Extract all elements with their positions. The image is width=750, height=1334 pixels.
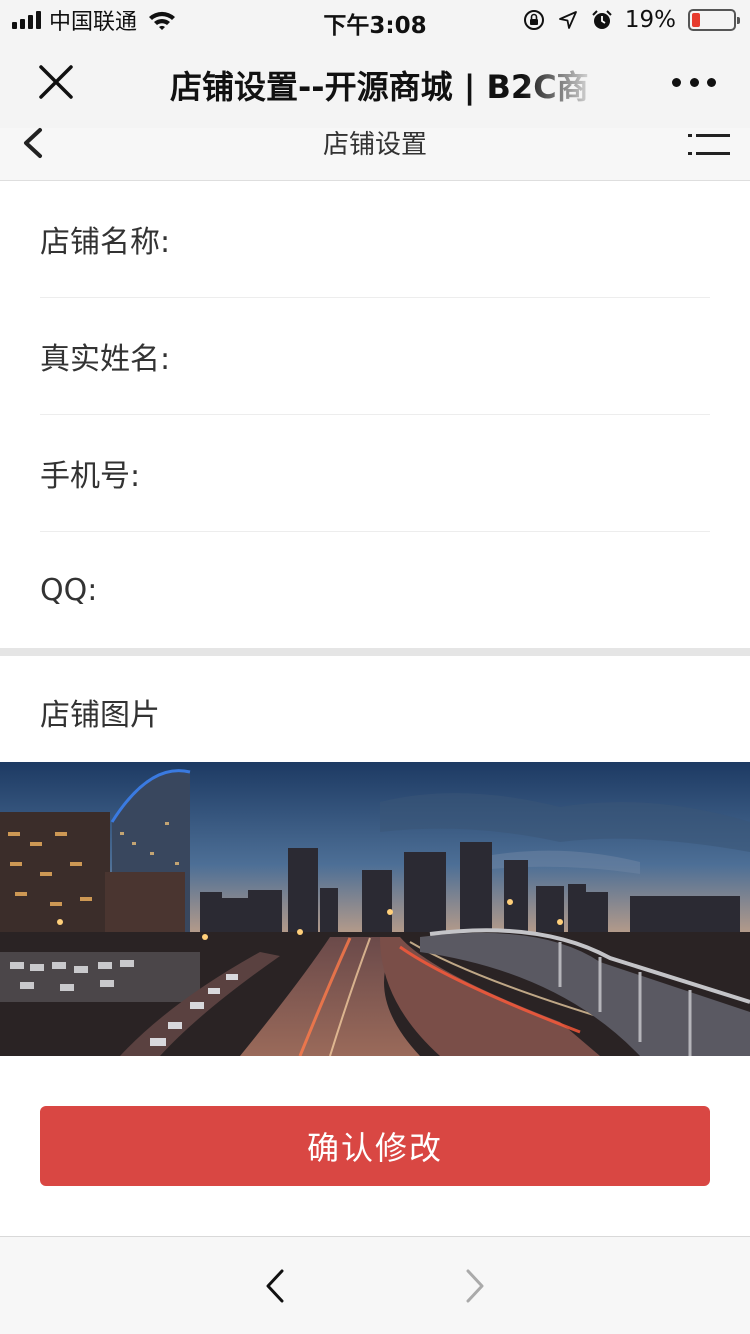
battery-percent: 19% <box>624 7 676 33</box>
confirm-button[interactable]: 确认修改 <box>40 1106 710 1186</box>
browser-bottom-bar <box>0 1236 750 1334</box>
chevron-left-icon[interactable] <box>262 1267 290 1305</box>
shop-settings-form: 店铺名称: 真实姓名: 手机号: QQ: <box>0 181 750 649</box>
close-icon[interactable] <box>36 62 76 102</box>
chevron-right-icon[interactable] <box>460 1267 488 1305</box>
shop-image[interactable] <box>0 762 750 1056</box>
qq-input[interactable] <box>103 560 710 621</box>
browser-title-bar: 店铺设置--开源商城 | B2C商 <box>0 40 750 128</box>
page-title: 店铺设置 <box>322 130 427 160</box>
form-row-real-name: 真实姓名: <box>40 298 710 415</box>
shop-name-label: 店铺名称: <box>40 225 171 260</box>
real-name-input[interactable] <box>176 326 710 386</box>
qq-label: QQ: <box>40 573 98 608</box>
section-divider <box>0 648 750 656</box>
phone-label: 手机号: <box>40 459 141 494</box>
orientation-lock-icon <box>523 10 544 30</box>
phone-input[interactable] <box>146 443 710 503</box>
more-icon[interactable] <box>672 78 716 90</box>
alarm-icon <box>592 10 612 29</box>
form-row-phone: 手机号: <box>40 415 710 532</box>
shop-image-picture <box>0 762 750 1056</box>
battery-icon <box>688 9 740 31</box>
real-name-label: 真实姓名: <box>40 342 171 377</box>
page-header: 店铺设置 <box>0 128 750 181</box>
shop-image-title: 店铺图片 <box>40 698 160 733</box>
menu-icon[interactable] <box>688 132 730 158</box>
browser-title: 店铺设置--开源商城 | B2C商 <box>170 68 589 106</box>
status-bar: 中国联通 下午3:08 19% <box>0 0 750 40</box>
form-row-qq: QQ: <box>40 532 710 649</box>
shop-name-input[interactable] <box>176 209 710 269</box>
location-icon <box>558 11 577 29</box>
form-row-shop-name: 店铺名称: <box>40 181 710 298</box>
